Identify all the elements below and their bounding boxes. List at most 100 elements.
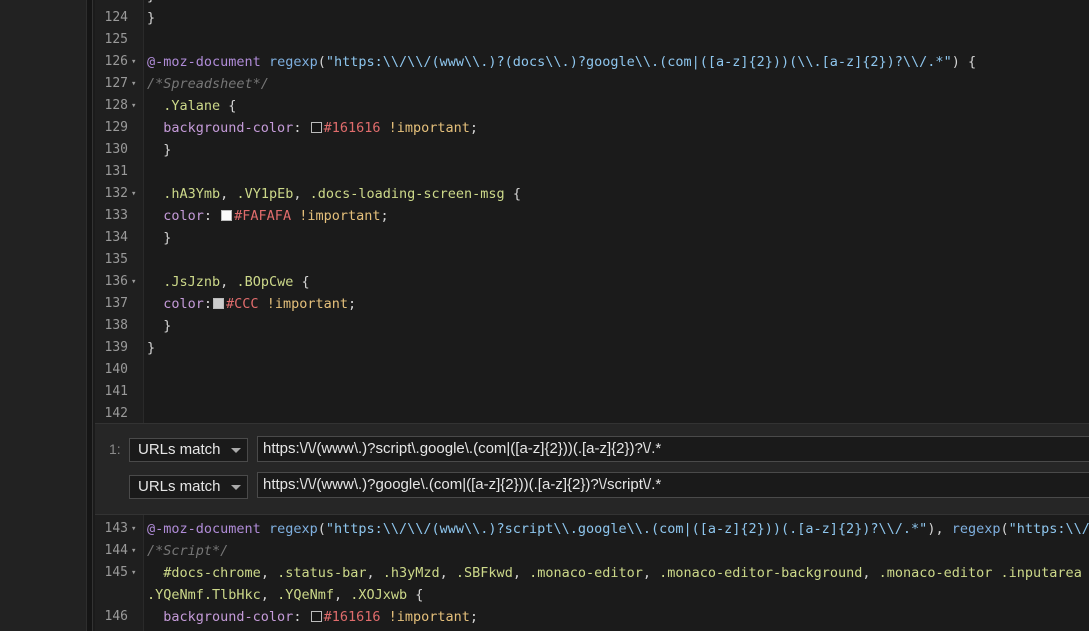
code-text: .hA3Ymb, .VY1pEb, .docs-loading-screen-m… <box>147 183 521 205</box>
code-text: } <box>147 337 155 359</box>
code-line[interactable]: 136 ▾ .JsJznb, .BOpCwe { <box>95 271 1089 293</box>
code-text: @-moz-document regexp("https:\\/\\/(www\… <box>147 518 1089 540</box>
line-number: 123 <box>95 0 128 7</box>
code-token: ; <box>469 120 479 136</box>
code-line[interactable]: 124} <box>95 7 1089 29</box>
fold-toggle-icon[interactable]: ▾ <box>131 271 141 293</box>
code-text: color: #FAFAFA !important; <box>147 205 389 227</box>
code-token: "https:\\/\\/(www\\.)?google <box>1008 521 1089 537</box>
left-sidebar-panel <box>0 0 86 631</box>
code-token: ( <box>1000 521 1009 537</box>
code-text: /*Spreadsheet*/ <box>147 73 269 95</box>
url-rule-type-select-1[interactable]: URLs match <box>129 438 248 462</box>
code-line[interactable]: 132 ▾ .hA3Ymb, .VY1pEb, .docs-loading-scr… <box>95 183 1089 205</box>
code-line[interactable]: 142 <box>95 403 1089 423</box>
code-line[interactable]: 143 ▾ @-moz-document regexp("https:\\/\\/(… <box>95 518 1089 540</box>
code-token: .h3yMzd <box>382 565 440 581</box>
code-token: !important <box>299 208 381 224</box>
code-token: } <box>147 142 172 158</box>
code-token: : <box>293 120 310 136</box>
line-number: 125 <box>104 32 128 47</box>
url-pattern-input-2[interactable]: https:\/\/(www\.)?google\.(com|([a-z]{2}… <box>257 472 1089 498</box>
fold-toggle-icon[interactable]: ▾ <box>131 518 141 540</box>
code-token: , <box>512 565 530 581</box>
line-number: 140 <box>104 362 128 377</box>
code-token: background-color <box>163 609 294 625</box>
line-number: 138 <box>104 318 128 333</box>
fold-toggle-icon[interactable]: ▾ <box>131 95 141 117</box>
chevron-down-icon <box>231 485 241 490</box>
url-rule-type-label: URLs match <box>138 441 221 458</box>
code-line[interactable]: 130 } <box>95 139 1089 161</box>
color-swatch[interactable] <box>213 298 225 309</box>
code-token: ) { <box>951 54 977 70</box>
code-line[interactable]: 139} <box>95 337 1089 359</box>
code-token: ( <box>317 54 326 70</box>
url-rule-type-select-2[interactable]: URLs match <box>129 475 248 499</box>
url-rule-type-label: URLs match <box>138 478 221 495</box>
code-line[interactable]: 140 <box>95 359 1089 381</box>
code-line[interactable]: 141 <box>95 381 1089 403</box>
code-line[interactable]: 131 <box>95 161 1089 183</box>
code-token: .status-bar <box>277 565 367 581</box>
code-line[interactable]: 133 color: #FAFAFA !important; <box>95 205 1089 227</box>
line-number: 135 <box>104 252 128 267</box>
code-line[interactable]: 125 <box>95 29 1089 51</box>
fold-toggle-icon[interactable]: ▾ <box>131 540 141 562</box>
url-pattern-input-1[interactable]: https:\/\/(www\.)?script\.google\.(com|(… <box>257 436 1089 462</box>
fold-toggle-icon[interactable]: ▾ <box>131 51 141 73</box>
code-token: , <box>260 565 278 581</box>
code-line[interactable]: 146 background-color: #161616 !important… <box>95 606 1089 628</box>
code-line[interactable]: 144 ▾ /*Script*/ <box>95 540 1089 562</box>
code-token: #161616 <box>323 120 381 136</box>
color-swatch[interactable] <box>310 122 322 133</box>
line-number: 129 <box>104 120 128 135</box>
code-line[interactable]: 145 ▾ #docs-chrome, .status-bar, .h3yMzd,… <box>95 562 1089 584</box>
code-token: .BOpCwe <box>236 274 294 290</box>
code-text: .JsJznb, .BOpCwe { <box>147 271 309 293</box>
panel-resize-handle[interactable] <box>86 0 93 631</box>
code-editor-top[interactable]: 123}124}125126▾@-moz-document regexp("ht… <box>95 0 1089 423</box>
fold-toggle-icon[interactable]: ▾ <box>131 183 141 205</box>
code-line[interactable]: 126 ▾ @-moz-document regexp("https:\\/\\/(… <box>95 51 1089 73</box>
code-line[interactable]: 138 } <box>95 315 1089 337</box>
code-token: regexp <box>951 521 1001 537</box>
code-line[interactable]: 137 color: #CCC !important; <box>95 293 1089 315</box>
fold-toggle-icon[interactable]: ▾ <box>131 73 141 95</box>
line-number: 124 <box>104 10 128 25</box>
code-token: .monaco-editor .inputarea <box>878 565 1082 581</box>
code-line[interactable]: 129 background-color: #161616 !important… <box>95 117 1089 139</box>
code-line[interactable]: 128 ▾ .Yalane { <box>95 95 1089 117</box>
color-swatch[interactable] <box>221 210 233 221</box>
code-token: .XOJxwb <box>350 587 408 603</box>
code-line[interactable]: 123} <box>95 0 1089 7</box>
code-editor-bottom[interactable]: 143 ▾ @-moz-document regexp("https:\\/\\/(… <box>95 515 1089 631</box>
code-token: , <box>366 565 383 581</box>
color-swatch[interactable] <box>310 611 322 622</box>
code-token: ; <box>380 208 389 224</box>
code-token: !important <box>388 120 470 136</box>
code-token: .SBFkwd <box>455 565 513 581</box>
code-token: ; <box>347 296 357 312</box>
line-number: 146 <box>104 609 128 624</box>
code-token: #docs-chrome <box>163 565 261 581</box>
fold-toggle-icon[interactable]: ▾ <box>131 562 141 584</box>
code-token: .JsJznb <box>163 274 221 290</box>
code-line[interactable]: 134 } <box>95 227 1089 249</box>
line-number: 126 <box>104 54 128 69</box>
code-line[interactable]: .YQeNmf.TlbHkc, .YQeNmf, .XOJxwb { <box>95 584 1089 606</box>
code-token: color <box>163 208 204 224</box>
code-text: } <box>147 0 155 7</box>
line-number: 131 <box>104 164 128 179</box>
code-line[interactable]: 127 ▾ /*Spreadsheet*/ <box>95 73 1089 95</box>
code-line[interactable]: 135 <box>95 249 1089 271</box>
line-number: 134 <box>104 230 128 245</box>
code-token: .hA3Ymb <box>163 186 221 202</box>
code-token: } <box>147 0 155 4</box>
code-token: .VY1pEb <box>236 186 294 202</box>
